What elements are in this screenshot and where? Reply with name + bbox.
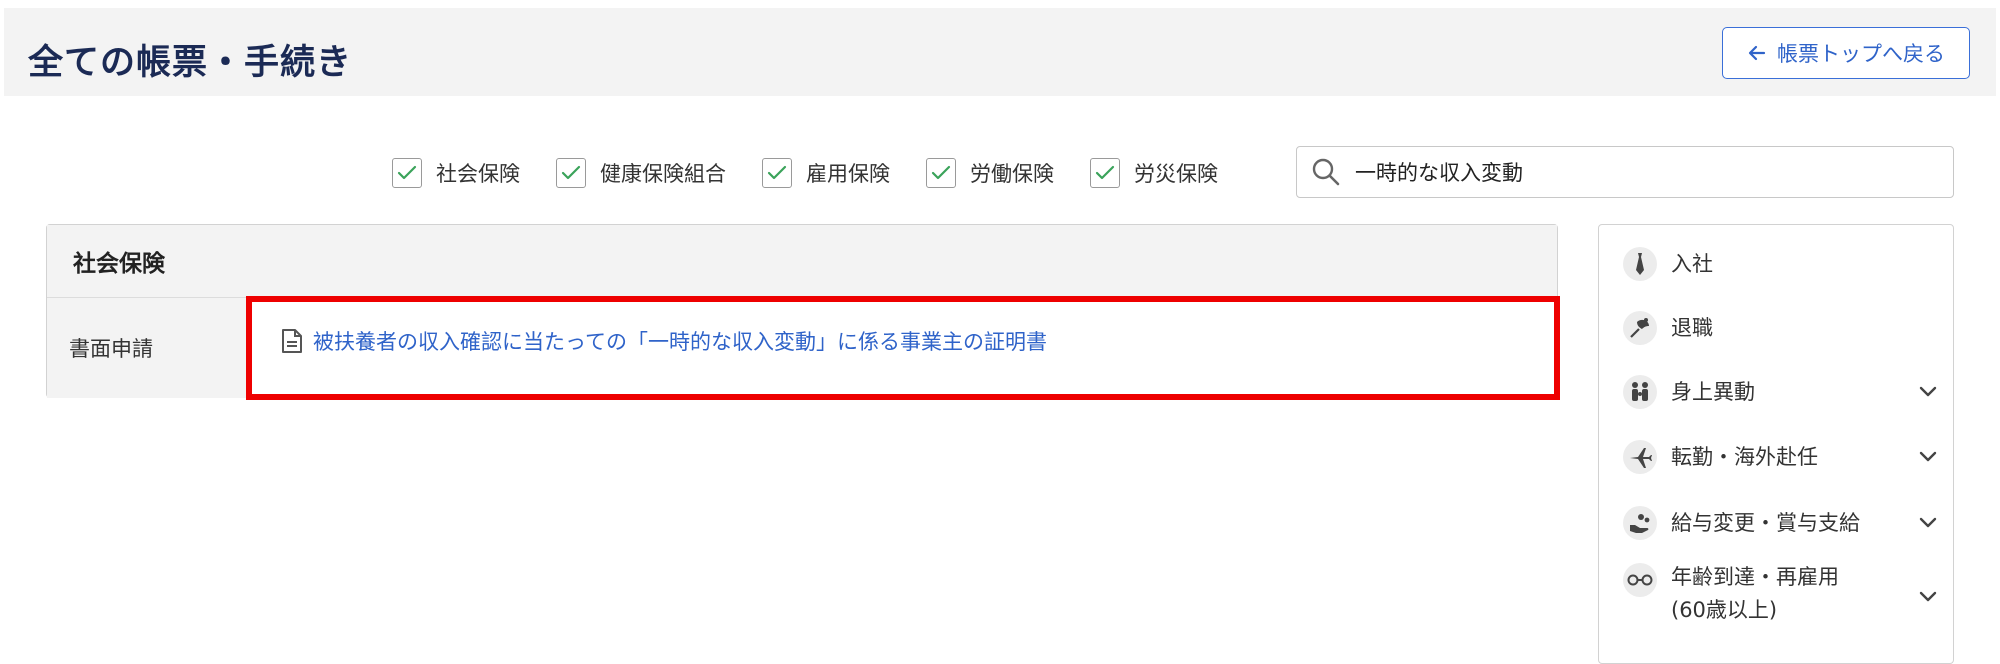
filter-label: 労働保険	[970, 162, 1054, 186]
filter-label: 労災保険	[1134, 162, 1218, 186]
document-link[interactable]: 被扶養者の収入確認に当たっての「一時的な収入変動」に係る事業主の証明書	[281, 326, 1047, 356]
sidebar-item-label: 入社	[1671, 251, 1713, 276]
chevron-down-icon	[1919, 591, 1937, 603]
event-sidebar: 入社 退職 身上異動 転勤・海外赴任 給与変更・賞与支給 年齢到達・再雇用 (6…	[1598, 224, 1954, 664]
check-icon	[561, 165, 581, 180]
check-icon	[397, 165, 417, 180]
document-link-text: 被扶養者の収入確認に当たっての「一時的な収入変動」に係る事業主の証明書	[313, 330, 1047, 354]
check-icon	[931, 165, 951, 180]
chevron-down-icon	[1919, 451, 1937, 463]
page-header: 全ての帳票・手続き 帳票トップへ戻る	[4, 8, 1996, 96]
search-box[interactable]	[1296, 146, 1954, 198]
sidebar-item-personal-change[interactable]: 身上異動	[1599, 363, 1955, 421]
filter-label: 社会保険	[436, 162, 520, 186]
glasses-icon	[1623, 563, 1657, 597]
coins-hand-icon	[1623, 506, 1657, 540]
sidebar-item-transfer[interactable]: 転勤・海外赴任	[1599, 427, 1955, 487]
filter-bar: 社会保険 健康保険組合 雇用保険 労働保険 労災保険	[392, 150, 1254, 196]
family-icon	[1623, 375, 1657, 409]
filter-labor-insurance[interactable]: 労働保険	[926, 158, 1054, 188]
sidebar-item-age-reemployment[interactable]: 年齢到達・再雇用 (60歳以上)	[1599, 561, 1955, 633]
sidebar-item-sublabel: (60歳以上)	[1671, 598, 1778, 622]
checkbox[interactable]	[392, 158, 422, 188]
sidebar-item-retirement[interactable]: 退職	[1599, 299, 1955, 357]
sidebar-item-label: 年齢到達・再雇用	[1671, 565, 1839, 589]
chevron-down-icon	[1919, 386, 1937, 398]
checkbox[interactable]	[556, 158, 586, 188]
filter-workers-compensation[interactable]: 労災保険	[1090, 158, 1218, 188]
airplane-icon	[1623, 440, 1657, 474]
back-to-forms-top-button[interactable]: 帳票トップへ戻る	[1722, 27, 1970, 79]
filter-employment-insurance[interactable]: 雇用保険	[762, 158, 890, 188]
results-row: 書面申請 被扶養者の収入確認に当たっての「一時的な収入変動」に係る事業主の証明書	[47, 298, 1557, 398]
results-table: 社会保険 書面申請 被扶養者の収入確認に当たっての「一時的な収入変動」に係る事業…	[46, 224, 1558, 398]
row-label: 書面申請	[47, 298, 247, 398]
sidebar-item-label-group: 年齢到達・再雇用 (60歳以上)	[1671, 561, 1839, 627]
tie-icon	[1623, 247, 1657, 281]
page-title: 全ての帳票・手続き	[28, 43, 353, 83]
filter-label: 雇用保険	[806, 162, 890, 186]
sidebar-item-salary-change[interactable]: 給与変更・賞与支給	[1599, 493, 1955, 553]
search-icon	[1311, 157, 1341, 187]
checkbox[interactable]	[762, 158, 792, 188]
check-icon	[1095, 165, 1115, 180]
filter-health-insurance-union[interactable]: 健康保険組合	[556, 158, 726, 188]
arrow-left-icon	[1747, 43, 1767, 63]
results-category-heading: 社会保険	[47, 225, 1557, 298]
search-input[interactable]	[1353, 159, 1917, 185]
back-button-label: 帳票トップへ戻る	[1777, 42, 1945, 66]
filter-label: 健康保険組合	[600, 162, 726, 186]
checkbox[interactable]	[1090, 158, 1120, 188]
chevron-down-icon	[1919, 517, 1937, 529]
check-icon	[767, 165, 787, 180]
sidebar-item-label: 転勤・海外赴任	[1671, 444, 1818, 469]
document-icon	[281, 328, 303, 354]
checkbox[interactable]	[926, 158, 956, 188]
bouquet-icon	[1623, 311, 1657, 345]
sidebar-item-label: 給与変更・賞与支給	[1671, 510, 1860, 535]
sidebar-item-label: 退職	[1671, 315, 1713, 340]
sidebar-item-label: 身上異動	[1671, 379, 1755, 404]
filter-social-insurance[interactable]: 社会保険	[392, 158, 520, 188]
sidebar-item-joining[interactable]: 入社	[1599, 235, 1955, 293]
